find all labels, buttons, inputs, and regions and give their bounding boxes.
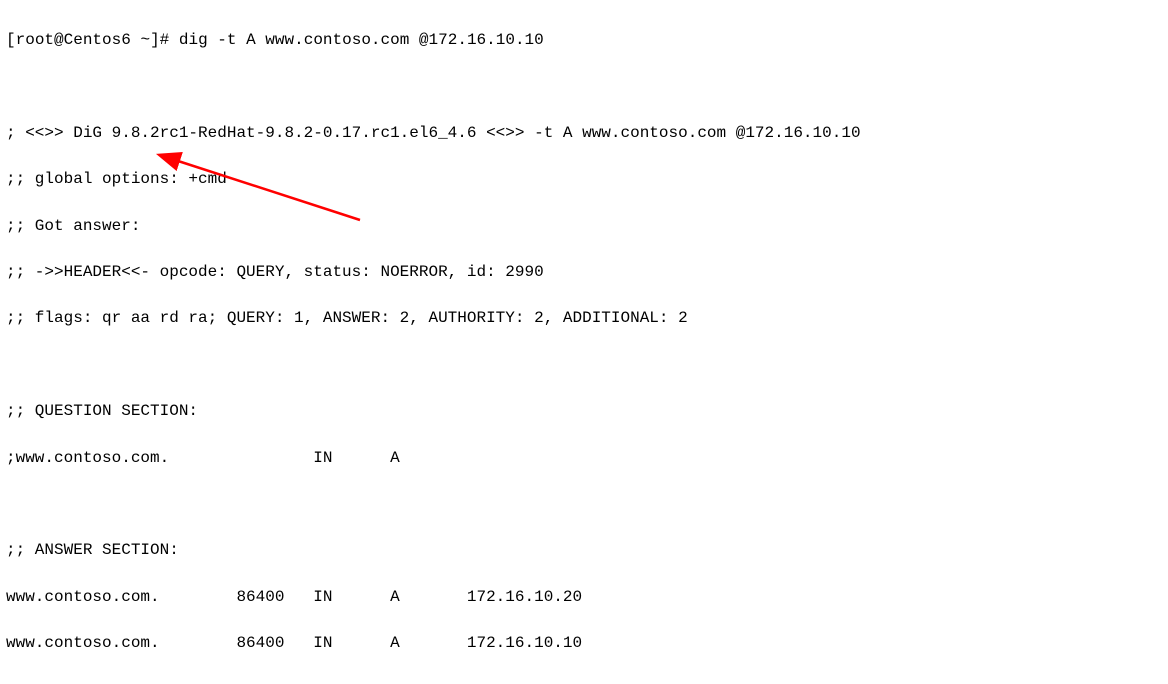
dig-got-answer: ;; Got answer:	[6, 215, 1162, 238]
prompt-line: [root@Centos6 ~]# dig -t A www.contoso.c…	[6, 29, 1162, 52]
blank-line	[6, 678, 1162, 684]
dig-header: ;; ->>HEADER<<- opcode: QUERY, status: N…	[6, 261, 1162, 284]
prompt-host: Centos6	[64, 31, 131, 49]
answer-section-header: ;; ANSWER SECTION:	[6, 539, 1162, 562]
dig-global-options: ;; global options: +cmd	[6, 168, 1162, 191]
command-text: dig -t A www.contoso.com @172.16.10.10	[179, 31, 544, 49]
dig-version: ; <<>> DiG 9.8.2rc1-RedHat-9.8.2-0.17.rc…	[6, 122, 1162, 145]
answer-row: www.contoso.com. 86400 IN A 172.16.10.10	[6, 632, 1162, 655]
question-row: ;www.contoso.com. IN A	[6, 447, 1162, 470]
prompt-cwd: ~	[140, 31, 150, 49]
blank-line	[6, 354, 1162, 377]
prompt-user: root	[16, 31, 54, 49]
dig-flags: ;; flags: qr aa rd ra; QUERY: 1, ANSWER:…	[6, 307, 1162, 330]
answer-row: www.contoso.com. 86400 IN A 172.16.10.20	[6, 586, 1162, 609]
blank-line	[6, 76, 1162, 99]
terminal-output: [root@Centos6 ~]# dig -t A www.contoso.c…	[0, 0, 1168, 684]
question-section-header: ;; QUESTION SECTION:	[6, 400, 1162, 423]
prompt-symbol: #	[160, 31, 170, 49]
blank-line	[6, 493, 1162, 516]
